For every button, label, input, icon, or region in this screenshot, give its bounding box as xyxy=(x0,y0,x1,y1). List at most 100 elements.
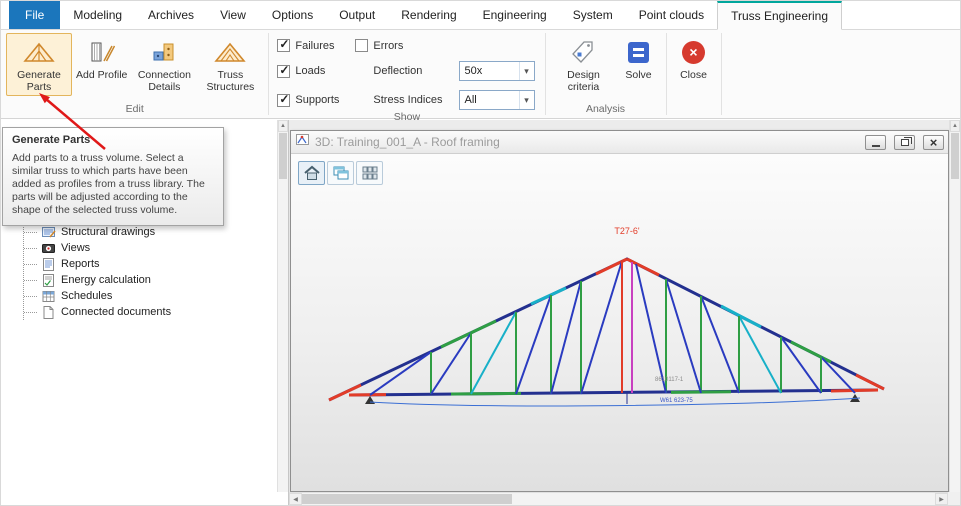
tab-truss-engineering[interactable]: Truss Engineering xyxy=(717,1,842,30)
mdi-vertical-scrollbar[interactable]: ▲ xyxy=(949,120,960,492)
ribbon: Generate Parts Add Profile Connection De… xyxy=(1,30,960,119)
tab-file[interactable]: File xyxy=(9,1,60,29)
truss-drawing[interactable]: T27-6' xyxy=(291,180,948,480)
dimension-label: 8610117-1 xyxy=(655,377,684,383)
restore-button[interactable] xyxy=(894,135,915,150)
edit-group-label: Edit xyxy=(1,102,268,118)
tab-modeling[interactable]: Modeling xyxy=(60,1,135,29)
window-close-button[interactable]: × xyxy=(923,135,944,150)
tab-system[interactable]: System xyxy=(560,1,626,29)
viewer-toolbar xyxy=(298,161,383,185)
add-profile-button[interactable]: Add Profile xyxy=(72,33,131,84)
solve-button[interactable]: Solve xyxy=(617,33,661,84)
generate-parts-label: Generate Parts xyxy=(10,69,68,93)
scroll-right-arrow-icon[interactable]: ▶ xyxy=(935,493,948,505)
supports-checkbox-box[interactable] xyxy=(277,94,290,107)
project-tree: Structural drawings Views Reports xyxy=(23,224,171,320)
scrollbar-thumb[interactable] xyxy=(302,494,512,504)
schedules-icon xyxy=(41,289,56,303)
chevron-down-icon[interactable]: ▾ xyxy=(519,91,534,109)
supports-label: Supports xyxy=(295,94,339,106)
tile-windows-button[interactable] xyxy=(356,161,383,185)
truss-structures-button[interactable]: Truss Structures xyxy=(197,33,263,96)
reports-icon xyxy=(41,257,56,271)
add-profile-label: Add Profile xyxy=(76,69,127,81)
design-criteria-icon xyxy=(571,38,596,66)
viewer-title: 3D: Training_001_A - Roof framing xyxy=(315,135,857,149)
tree-item-reports[interactable]: Reports xyxy=(32,256,171,272)
tree-item-structural-drawings[interactable]: Structural drawings xyxy=(32,224,171,240)
supports-checkbox[interactable]: Supports xyxy=(277,94,339,107)
viewer-titlebar[interactable]: 3D: Training_001_A - Roof framing × xyxy=(291,131,948,154)
tree-item-energy-calculation[interactable]: Energy calculation xyxy=(32,272,171,288)
ribbon-separator xyxy=(721,33,722,115)
views-icon xyxy=(41,241,56,255)
viewer-canvas[interactable]: T27-6' xyxy=(291,154,948,491)
connection-details-icon xyxy=(151,38,177,66)
tab-rendering[interactable]: Rendering xyxy=(388,1,469,29)
tree-panel-vertical-scrollbar[interactable]: ▲ xyxy=(277,120,288,492)
close-button[interactable]: × Close xyxy=(672,33,716,84)
tooltip-title: Generate Parts xyxy=(12,134,214,146)
mdi-area: 3D: Training_001_A - Roof framing × xyxy=(289,120,960,505)
add-profile-icon xyxy=(89,38,115,66)
stress-indices-value: All xyxy=(460,94,519,106)
structural-drawings-icon xyxy=(41,225,56,239)
cascade-windows-button[interactable] xyxy=(327,161,354,185)
tab-archives[interactable]: Archives xyxy=(135,1,207,29)
energy-calculation-icon xyxy=(41,273,56,287)
generate-parts-button[interactable]: Generate Parts xyxy=(6,33,72,96)
stress-indices-dropdown[interactable]: All ▾ xyxy=(459,90,535,110)
tab-options[interactable]: Options xyxy=(259,1,326,29)
truss-label: T27-6' xyxy=(614,226,640,236)
scrollbar-thumb[interactable] xyxy=(951,133,959,179)
tab-engineering[interactable]: Engineering xyxy=(470,1,560,29)
chevron-down-icon[interactable]: ▾ xyxy=(519,62,534,80)
ribbon-group-edit: Generate Parts Add Profile Connection De… xyxy=(1,30,268,118)
connection-details-button[interactable]: Connection Details xyxy=(131,33,197,96)
tree-item-label: Schedules xyxy=(61,290,112,302)
tooltip-body: Add parts to a truss volume. Select a si… xyxy=(12,152,214,217)
loads-checkbox-box[interactable] xyxy=(277,65,290,78)
tree-item-schedules[interactable]: Schedules xyxy=(32,288,171,304)
close-group-label xyxy=(667,114,721,118)
mdi-horizontal-scrollbar[interactable]: ◀ ▶ xyxy=(289,492,948,505)
tree-item-label: Reports xyxy=(61,258,100,270)
scroll-left-arrow-icon[interactable]: ◀ xyxy=(289,493,302,505)
house-icon xyxy=(303,165,321,181)
failures-checkbox[interactable]: Failures xyxy=(277,39,339,52)
errors-checkbox[interactable]: Errors xyxy=(355,39,442,52)
grid-icon xyxy=(361,165,379,181)
tree-item-label: Connected documents xyxy=(61,306,171,318)
stress-indices-label: Stress Indices xyxy=(373,94,442,106)
design-criteria-button[interactable]: Design criteria xyxy=(551,33,617,96)
cascade-icon xyxy=(332,165,350,181)
ribbon-group-analysis: Design criteria Solve Analysis xyxy=(546,30,666,118)
loads-label: Loads xyxy=(295,65,325,77)
viewer-window[interactable]: 3D: Training_001_A - Roof framing × xyxy=(290,130,949,492)
tree-item-label: Energy calculation xyxy=(61,274,151,286)
deflection-label: Deflection xyxy=(373,65,442,77)
viewer-window-icon xyxy=(295,133,310,151)
ribbon-group-show: Failures Errors Loads Deflection 50x ▾ xyxy=(269,30,544,118)
tab-view[interactable]: View xyxy=(207,1,259,29)
scrollbar-thumb[interactable] xyxy=(279,133,287,179)
connection-details-label: Connection Details xyxy=(135,69,193,93)
scroll-up-arrow-icon[interactable]: ▲ xyxy=(278,120,288,132)
tab-output[interactable]: Output xyxy=(326,1,388,29)
errors-checkbox-box[interactable] xyxy=(355,39,368,52)
scroll-up-arrow-icon[interactable]: ▲ xyxy=(950,120,960,132)
loads-checkbox[interactable]: Loads xyxy=(277,65,339,78)
failures-checkbox-box[interactable] xyxy=(277,39,290,52)
tab-point-clouds[interactable]: Point clouds xyxy=(626,1,717,29)
solve-icon xyxy=(628,38,649,66)
deflection-dropdown[interactable]: 50x ▾ xyxy=(459,61,535,81)
minimize-button[interactable] xyxy=(865,135,886,150)
tree-item-views[interactable]: Views xyxy=(32,240,171,256)
tree-item-label: Structural drawings xyxy=(61,226,155,238)
ribbon-group-close: × Close xyxy=(667,30,721,118)
home-view-button[interactable] xyxy=(298,161,325,185)
deflection-value: 50x xyxy=(460,65,519,77)
truss-structures-icon xyxy=(214,38,246,66)
tree-item-connected-documents[interactable]: Connected documents xyxy=(32,304,171,320)
